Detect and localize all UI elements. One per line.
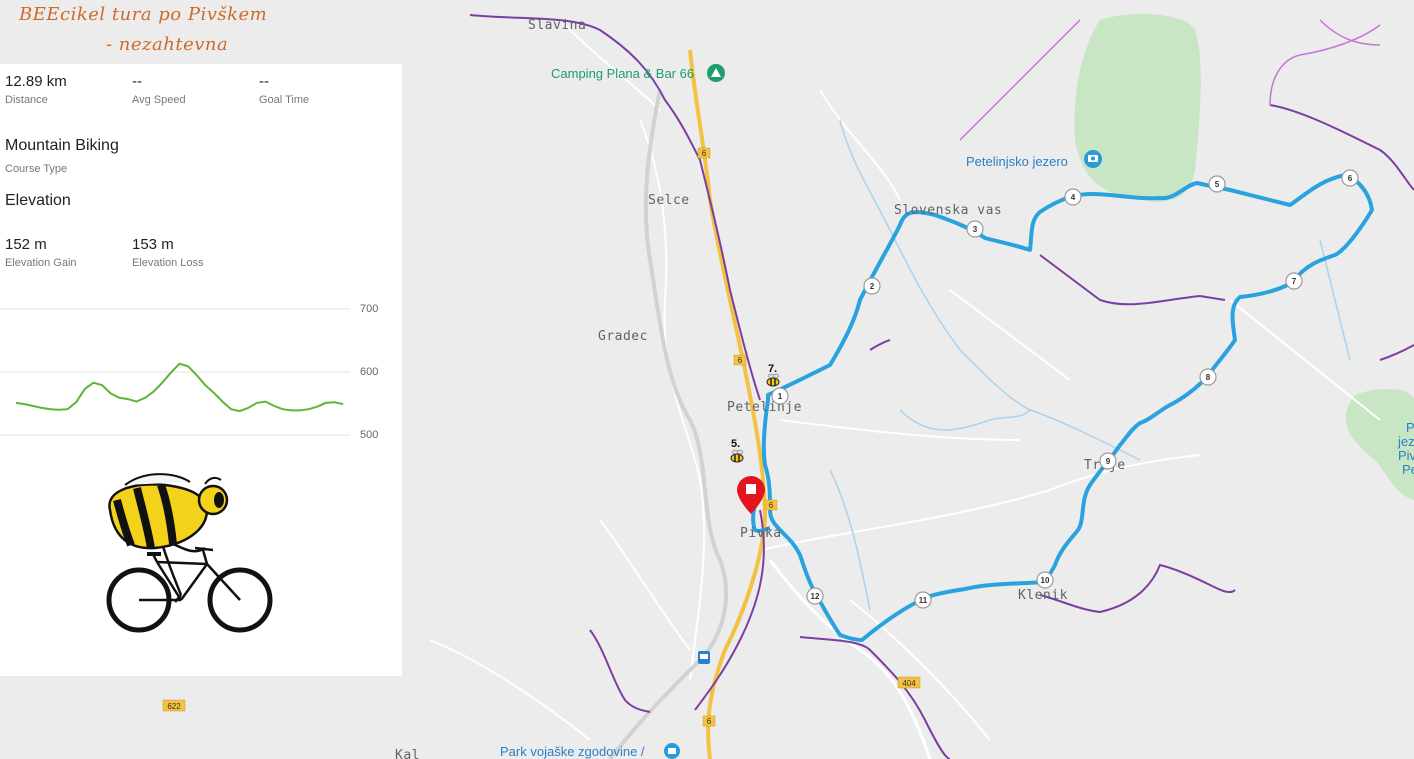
road-shield-6a: 6 <box>697 147 711 159</box>
waypoint-label: 8 <box>1206 373 1211 382</box>
place-pivka: Pivka <box>740 526 782 541</box>
stat-goal-time: -- Goal Time <box>259 73 309 106</box>
camera-icon[interactable] <box>1084 150 1102 168</box>
waypoint-10[interactable]: 10 <box>1036 571 1054 589</box>
svg-text:404: 404 <box>902 679 916 688</box>
distance-label: Distance <box>5 94 48 106</box>
museum-icon[interactable] <box>664 743 680 759</box>
waypoint-1[interactable]: 1 <box>771 387 789 405</box>
svg-text:622: 622 <box>167 702 181 711</box>
distance-value: 12.89 km <box>5 73 67 90</box>
avg-speed-label: Avg Speed <box>132 94 186 106</box>
elevation-gain-label: Elevation Gain <box>5 257 77 269</box>
svg-text:6: 6 <box>702 149 707 158</box>
y-tick-600: 600 <box>360 366 378 378</box>
elevation-heading: Elevation <box>5 192 71 209</box>
elevation-profile-chart[interactable]: 700 600 500 <box>0 290 402 455</box>
elevation-gain-value: 152 m <box>5 236 47 253</box>
avg-speed-value: -- <box>132 73 142 90</box>
waypoint-11[interactable]: 11 <box>914 591 932 609</box>
stat-elevation-loss: 153 m Elevation Loss <box>132 236 204 269</box>
poi-park[interactable]: Park vojaške zgodovine / <box>500 744 645 759</box>
bee-icon <box>766 373 780 387</box>
waypoint-7[interactable]: 7 <box>1285 272 1303 290</box>
waypoint-label: 11 <box>919 596 928 605</box>
waypoint-12[interactable]: 12 <box>806 587 824 605</box>
route-title: BEEcikel tura po Pivškem - nezahtevna <box>0 0 402 64</box>
bee-icon <box>730 449 744 463</box>
waypoint-2[interactable]: 2 <box>863 277 881 295</box>
route-title-line-1: BEEcikel tura po Pivškem <box>19 4 268 25</box>
waypoint-label: 4 <box>1071 193 1076 202</box>
waypoint-label: 3 <box>973 225 978 234</box>
bee-cyclist-illustration-icon <box>106 473 273 633</box>
road-shield-404: 404 <box>897 676 921 689</box>
edge-park-label-2: jez <box>1397 434 1414 449</box>
waypoint-5[interactable]: 5 <box>1208 175 1226 193</box>
route-info-panel: BEEcikel tura po Pivškem - nezahtevna 12… <box>0 0 402 676</box>
stat-distance: 12.89 km Distance <box>5 73 67 106</box>
waypoint-label: 7 <box>1292 277 1297 286</box>
edge-park-label-3: Piv <box>1398 448 1414 463</box>
y-tick-500: 500 <box>360 429 378 441</box>
forest-area <box>1074 14 1201 202</box>
elevation-loss-value: 153 m <box>132 236 174 253</box>
camping-icon[interactable] <box>707 64 725 82</box>
place-slavina: Slavina <box>528 18 586 33</box>
svg-text:6: 6 <box>738 356 743 365</box>
route-title-line-2: - nezahtevna <box>106 34 229 55</box>
waypoint-label: 1 <box>778 392 783 401</box>
place-klenik: Klenik <box>1018 588 1068 603</box>
poi-petelinjsko-jezero[interactable]: Petelinjsko jezero <box>966 154 1068 169</box>
svg-text:6: 6 <box>769 501 774 510</box>
edge-park-label-1: P <box>1406 420 1414 435</box>
waypoint-label: 9 <box>1106 457 1111 466</box>
svg-text:7.: 7. <box>768 363 777 375</box>
waypoint-3[interactable]: 3 <box>966 220 984 238</box>
poi-camping[interactable]: Camping Plana & Bar 66 <box>551 66 694 81</box>
stat-avg-speed: -- Avg Speed <box>132 73 186 106</box>
waypoint-label: 12 <box>811 592 820 601</box>
place-selce: Selce <box>648 193 690 208</box>
road-shield-6d: 6 <box>702 715 716 727</box>
place-gradec: Gradec <box>598 329 648 344</box>
svg-text:5.: 5. <box>731 438 740 450</box>
elevation-profile-line <box>15 362 344 413</box>
waypoint-4[interactable]: 4 <box>1064 188 1082 206</box>
waypoint-8[interactable]: 8 <box>1199 368 1217 386</box>
road-shield-6b: 6 <box>733 354 747 366</box>
waypoint-label: 10 <box>1041 576 1050 585</box>
y-tick-700: 700 <box>360 303 378 315</box>
svg-text:6: 6 <box>707 717 712 726</box>
waypoint-label: 2 <box>870 282 875 291</box>
goal-time-value: -- <box>259 73 269 90</box>
course-type-value: Mountain Biking <box>5 137 119 154</box>
place-petelinje: Petelinje <box>727 400 802 415</box>
road-shield-622: 622 <box>162 699 186 712</box>
bus-icon[interactable] <box>698 651 710 664</box>
elevation-loss-label: Elevation Loss <box>132 257 204 269</box>
goal-time-label: Goal Time <box>259 94 310 106</box>
place-kal: Kal <box>395 748 420 759</box>
stat-elevation-gain: 152 m Elevation Gain <box>5 236 77 269</box>
road-shield-6c: 6 <box>764 499 778 511</box>
waypoint-9[interactable]: 9 <box>1099 452 1117 470</box>
edge-park-label-4: Pe <box>1402 462 1414 477</box>
waypoint-6[interactable]: 6 <box>1341 169 1359 187</box>
course-type-label: Course Type <box>5 163 68 175</box>
place-slovenska-vas: Slovenska vas <box>894 203 1002 218</box>
waypoint-label: 5 <box>1215 180 1220 189</box>
waypoint-label: 6 <box>1348 174 1353 183</box>
